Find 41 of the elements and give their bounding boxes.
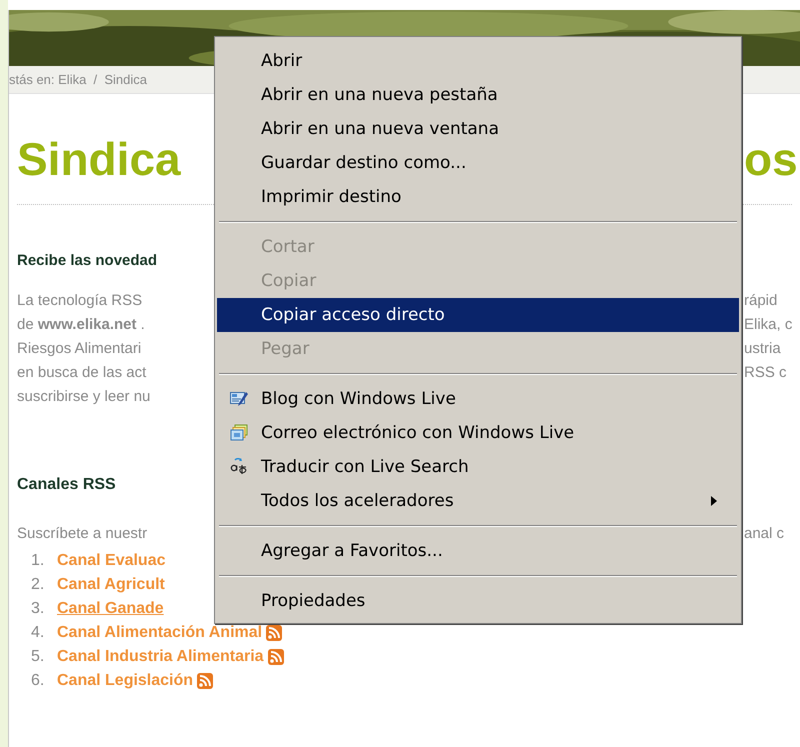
menu-item[interactable]: Abrir en una nueva pestaña [217,78,739,112]
rss-icon [268,649,284,665]
menu-item[interactable]: Imprimir destino [217,180,739,214]
list-number: 3. [31,599,46,619]
menu-item[interactable]: Todos los aceleradores [217,484,739,518]
rss-icon [197,673,214,689]
breadcrumb: stás en: Elika / Sindica [9,70,148,89]
paragraph-text: anal c [744,524,784,544]
paragraph-text: Suscríbete a nuestr [17,524,148,542]
menu-item[interactable]: Abrir [217,44,739,78]
list-number: 2. [31,575,46,595]
menu-item[interactable]: Traducir con Live Search [217,450,739,484]
list-number: 1. [31,551,46,571]
rss-icon [266,625,282,641]
paragraph-text: Elika, c [744,314,792,335]
list-number: 6. [31,671,46,691]
paragraph-text: suscribirse y leer nu [17,388,150,405]
paragraph-text: Riesgos Alimentari [17,340,142,357]
section-heading: Canales RSS [17,475,116,495]
translate-icon [230,458,248,476]
paragraph-text: rápid [744,290,778,311]
menu-item[interactable]: Agregar a Favoritos... [217,534,739,568]
menu-item[interactable]: Blog con Windows Live [217,382,739,416]
section-heading: Recibe las novedad [17,250,158,271]
menu-item[interactable]: Abrir en una nueva ventana [217,112,739,146]
page-title: Sindica [17,132,181,184]
blog-icon [230,391,248,407]
submenu-arrow-icon [711,496,717,506]
menu-item[interactable]: Copiar acceso directo [217,298,739,332]
list-number: 5. [31,647,46,667]
list-number: 4. [31,623,46,643]
paragraph-text: de www.elika.net . [17,316,145,333]
paragraph-text: RSS c [744,362,787,383]
menu-item[interactable]: Correo electrónico con Windows Live [217,416,739,450]
page-title: os [744,132,798,186]
window-stack-icon [230,424,248,442]
paragraph-text: en busca de las act [17,364,146,381]
menu-item[interactable]: Propiedades [217,584,739,618]
paragraph-text: La tecnología RSS [17,292,142,309]
menu-item[interactable]: Guardar destino como... [217,146,739,180]
paragraph-text: ustria [744,338,781,359]
